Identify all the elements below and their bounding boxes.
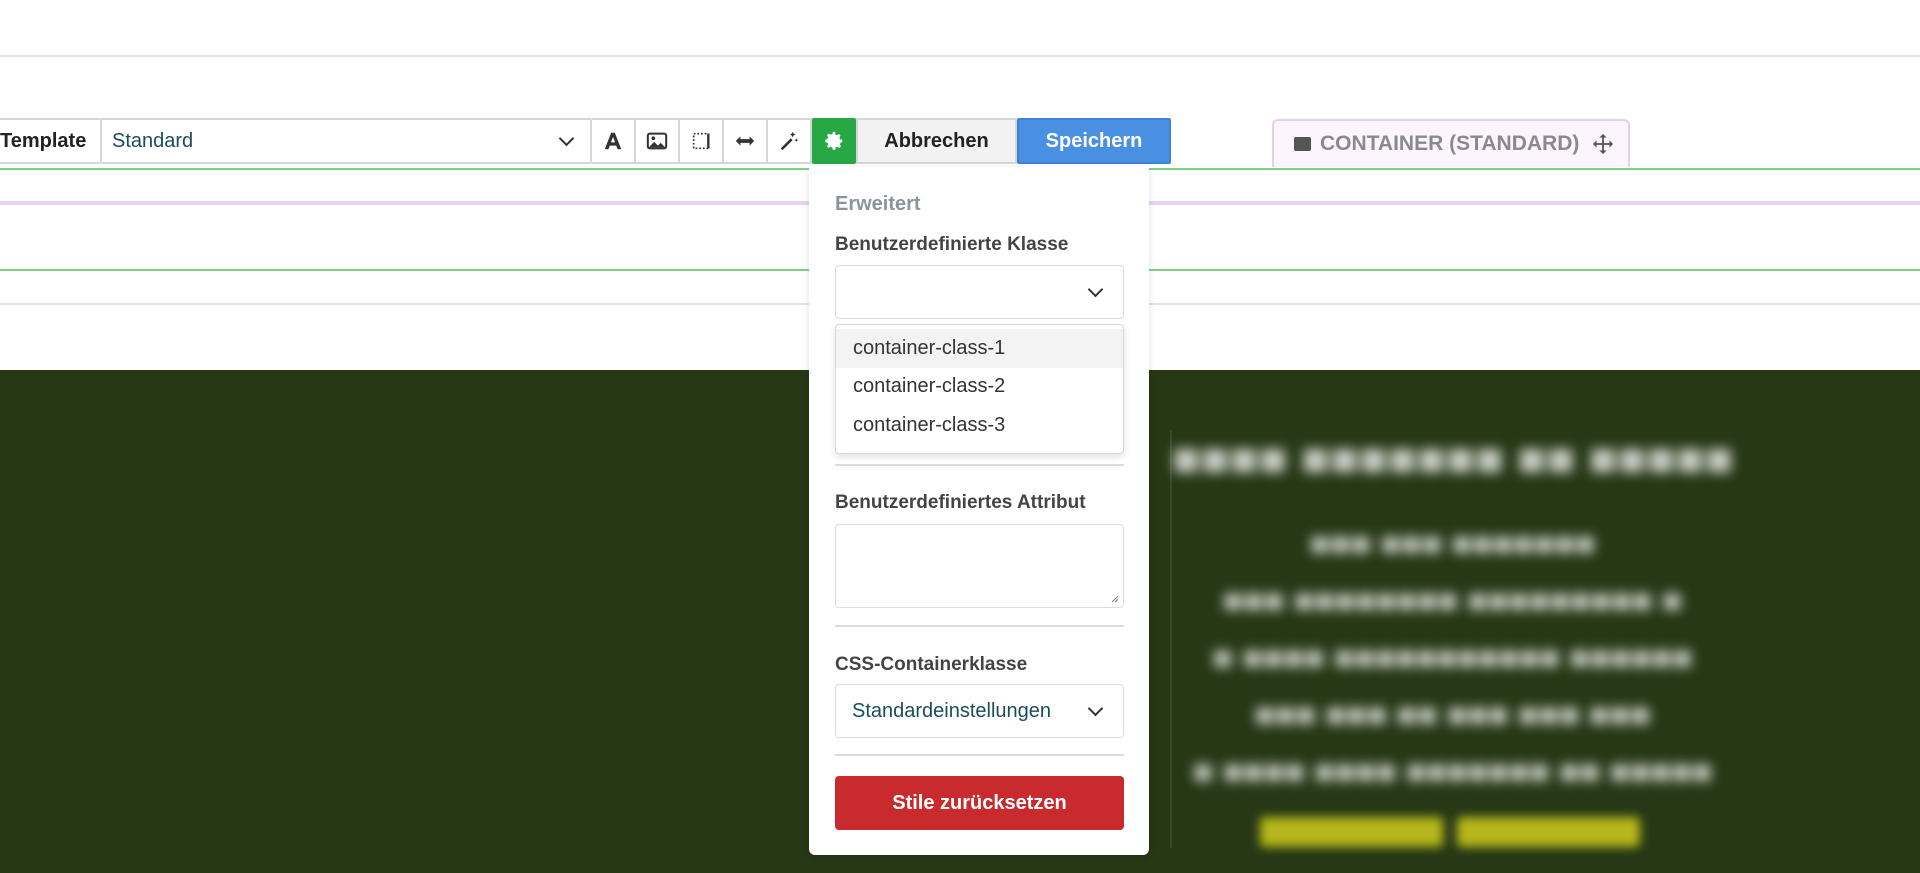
footer-line-blurred: ■■■ ■■■ ■■■■■■■ (1309, 525, 1596, 563)
footer-heading-blurred: ■■■■ ■■■■■■■ ■■ ■■■■■ (1171, 433, 1734, 486)
footer-divider (1170, 430, 1172, 848)
container-tab-label: CONTAINER (STANDARD) (1320, 132, 1580, 155)
css-container-class-select[interactable]: Standardeinstellungen (835, 684, 1124, 738)
image-icon (646, 132, 668, 150)
width-button[interactable] (724, 118, 768, 164)
footer-line-blurred: ■■■ ■■■■■■■■ ■■■■■■■■■ ■ (1222, 582, 1683, 620)
custom-class-label: Benutzerdefinierte Klasse (835, 234, 1069, 255)
magic-wand-button[interactable] (768, 118, 812, 164)
custom-attribute-label: Benutzerdefiniertes Attribut (835, 492, 1086, 513)
custom-class-dropdown: container-class-1 container-class-2 cont… (835, 324, 1124, 454)
width-icon (735, 136, 755, 146)
section-title: Erweitert (835, 193, 921, 215)
custom-class-select[interactable] (835, 265, 1124, 319)
element-toolbar: Template Standard Abbrechen Speichern (0, 118, 1171, 164)
text-format-icon (604, 132, 622, 150)
magic-wand-icon (780, 131, 799, 151)
footer-line-blurred: ■ ■■■■ ■■■■ ■■■■■■■ ■■ ■■■■■ (1192, 753, 1713, 791)
css-container-class-value: Standardeinstellungen (852, 699, 1052, 722)
css-container-class-label: CSS-Containerklasse (835, 654, 1028, 675)
spacing-button[interactable] (680, 118, 724, 164)
footer-line-blurred: ■■■ ■■■ ■■ ■■■ ■■■ ■■■ (1254, 696, 1651, 734)
advanced-settings-panel: Erweitert Benutzerdefinierte Klasse Benu… (809, 167, 1149, 855)
move-icon[interactable] (1592, 133, 1614, 155)
reset-styles-button[interactable]: Stile zurücksetzen (835, 776, 1124, 830)
dropdown-option[interactable]: container-class-2 (836, 368, 1123, 407)
image-button[interactable] (636, 118, 680, 164)
dropdown-option[interactable]: container-class-1 (836, 329, 1123, 368)
template-label: Template (0, 118, 100, 164)
chevron-down-icon (558, 130, 575, 146)
resize-handle-icon[interactable] (1109, 593, 1119, 603)
template-select[interactable]: Standard (100, 118, 592, 164)
chevron-down-icon (1087, 281, 1104, 297)
footer-links-blurred (1260, 817, 1640, 847)
section-divider (835, 625, 1124, 627)
page-divider (0, 55, 1920, 57)
text-format-button[interactable] (592, 118, 636, 164)
custom-attribute-input[interactable] (835, 524, 1124, 608)
section-divider (835, 464, 1124, 466)
gear-icon (825, 131, 843, 150)
section-divider (835, 754, 1124, 756)
spacing-icon (692, 132, 710, 150)
container-square-icon (1294, 137, 1311, 151)
chevron-down-icon (1087, 700, 1104, 716)
container-tab[interactable]: CONTAINER (STANDARD) (1272, 119, 1630, 167)
template-select-value: Standard (112, 129, 194, 152)
footer-line-blurred: ■ ■■■■ ■■■■■■■■■■■ ■■■■■■ (1212, 639, 1693, 677)
cancel-button[interactable]: Abbrechen (856, 118, 1017, 164)
dropdown-option[interactable]: container-class-3 (836, 406, 1123, 445)
save-button[interactable]: Speichern (1017, 118, 1171, 164)
settings-button[interactable] (812, 118, 856, 164)
